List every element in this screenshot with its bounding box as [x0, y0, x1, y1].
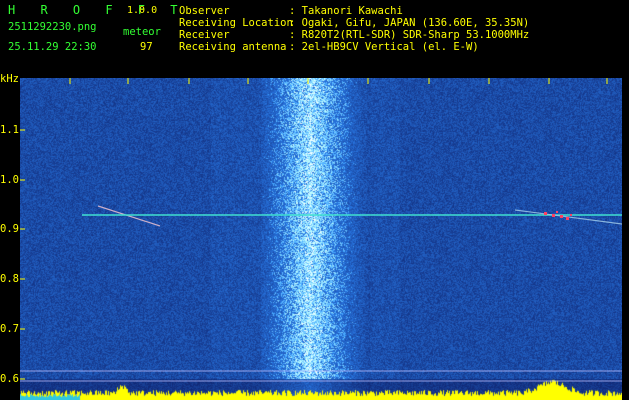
app-title: H R O F F T: [8, 3, 187, 17]
receiver-label: Receiver: [179, 29, 230, 41]
location-label: Receiving Location: [179, 17, 293, 29]
count-label: 97: [140, 41, 153, 53]
y-tick: 0.9: [0, 223, 19, 235]
observer-label: Observer: [179, 5, 230, 17]
observer-value: : Takanori Kawachi: [289, 5, 403, 17]
antenna-label: Receiving antenna: [179, 41, 287, 53]
y-tick: 0.8: [0, 273, 19, 285]
y-tick: 0.7: [0, 323, 19, 335]
spectrogram-plot: [20, 78, 622, 400]
antenna-value: : 2el-HB9CV Vertical (el. E-W): [289, 41, 479, 53]
datetime-label: 25.11.29 22:30: [8, 41, 97, 53]
filename-label: 2511292230.png: [8, 21, 97, 33]
location-value: : Ogaki, Gifu, JAPAN (136.60E, 35.35N): [289, 17, 530, 29]
y-unit-label: kHz: [0, 73, 19, 85]
receiver-value: : R820T2(RTL-SDR) SDR-Sharp 53.1000MHz: [289, 29, 530, 41]
y-tick: 0.6: [0, 373, 19, 385]
x-tick-marks: [69, 78, 608, 84]
y-tick: 1.1: [0, 124, 19, 136]
mode-label: meteor: [123, 26, 161, 38]
y-tick-marks: [20, 129, 25, 380]
meteor-echo: [97, 205, 161, 227]
version-label: 1.0.0: [127, 5, 158, 16]
y-tick: 1.0: [0, 174, 19, 186]
spectrogram-overlay: [20, 78, 622, 382]
